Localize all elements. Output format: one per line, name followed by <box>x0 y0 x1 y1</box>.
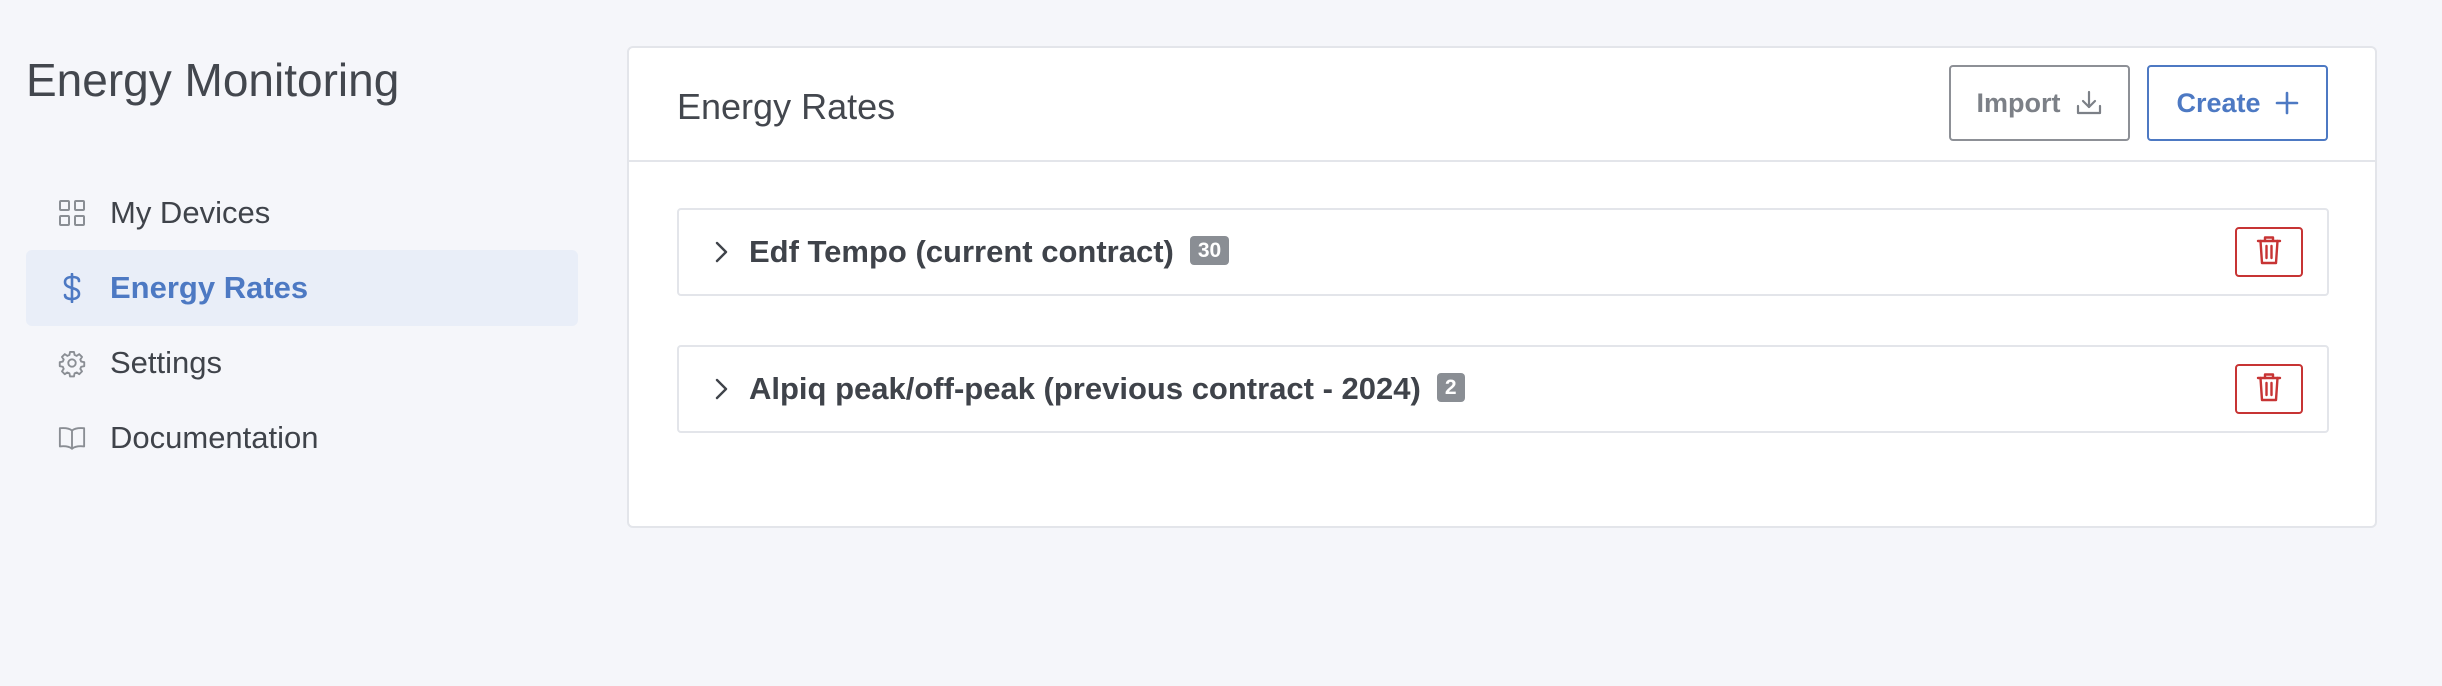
page-title: Energy Rates <box>677 86 896 127</box>
sidebar-item-label: Settings <box>110 345 223 380</box>
delete-button[interactable] <box>2235 227 2303 277</box>
trash-icon <box>2256 235 2282 270</box>
chevron-right-icon[interactable] <box>709 377 733 401</box>
panel-header: Energy Rates Import Create <box>629 48 2375 162</box>
book-icon <box>58 424 86 452</box>
rate-name-text: Alpiq peak/off-peak (previous contract -… <box>749 371 1421 406</box>
app-title: Energy Monitoring <box>26 54 400 106</box>
import-button-label: Import <box>1976 87 2061 118</box>
rate-item[interactable]: Edf Tempo (current contract) 30 <box>677 208 2329 296</box>
create-button[interactable]: Create <box>2147 65 2328 141</box>
delete-button[interactable] <box>2235 364 2303 414</box>
sidebar-item-label: My Devices <box>110 195 271 230</box>
sidebar-item-label: Energy Rates <box>110 270 309 305</box>
rate-name[interactable]: Edf Tempo (current contract) 30 <box>749 234 1230 270</box>
download-icon <box>2075 89 2103 117</box>
sidebar-item-label: Documentation <box>110 420 319 455</box>
grid-icon <box>58 199 86 227</box>
sidebar-item-documentation[interactable]: Documentation <box>26 400 578 476</box>
trash-icon <box>2256 372 2282 407</box>
energy-rates-panel: Energy Rates Import Create Edf Tempo (cu… <box>627 46 2377 528</box>
sidebar-item-energy-rates[interactable]: Energy Rates <box>26 250 578 326</box>
rate-name-text: Edf Tempo (current contract) <box>749 234 1174 269</box>
rate-count-badge: 2 <box>1436 373 1465 403</box>
rate-name[interactable]: Alpiq peak/off-peak (previous contract -… <box>749 371 1465 407</box>
create-button-label: Create <box>2176 87 2261 118</box>
import-button[interactable]: Import <box>1949 65 2130 141</box>
chevron-right-icon[interactable] <box>709 240 733 264</box>
sidebar-item-settings[interactable]: Settings <box>26 325 578 401</box>
gear-icon <box>58 349 86 378</box>
dollar-icon <box>58 273 86 303</box>
plus-icon <box>2275 91 2299 115</box>
sidebar-item-my-devices[interactable]: My Devices <box>26 175 578 251</box>
sidebar-nav: My Devices Energy Rates Settings Documen… <box>26 175 578 475</box>
rate-item[interactable]: Alpiq peak/off-peak (previous contract -… <box>677 345 2329 433</box>
rate-count-badge: 30 <box>1189 236 1230 266</box>
